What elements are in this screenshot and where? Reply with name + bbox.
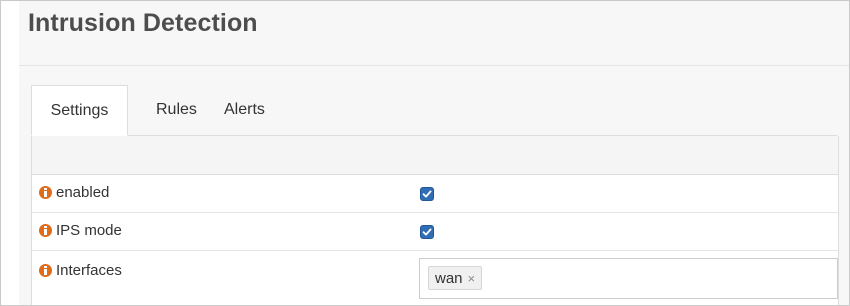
- page-title: Intrusion Detection: [28, 9, 258, 37]
- page-header: Intrusion Detection: [19, 1, 849, 66]
- enabled-label: enabled: [56, 184, 110, 201]
- panel-header: [32, 136, 838, 175]
- interfaces-label: Interfaces: [56, 262, 122, 279]
- interfaces-tag-input[interactable]: wan ×: [419, 258, 838, 299]
- setting-row-ips-mode: IPS mode: [32, 213, 838, 251]
- enabled-checkbox[interactable]: [420, 187, 434, 201]
- info-icon[interactable]: [39, 224, 52, 237]
- setting-label-interfaces: Interfaces: [39, 262, 122, 279]
- setting-row-enabled: enabled: [32, 175, 838, 213]
- checkmark-icon: [422, 228, 432, 236]
- tab-settings[interactable]: Settings: [31, 85, 128, 136]
- tab-rules[interactable]: Rules: [156, 85, 197, 135]
- setting-label-ips-mode: IPS mode: [39, 222, 122, 239]
- left-strip: [1, 1, 19, 305]
- remove-tag-icon[interactable]: ×: [468, 272, 476, 285]
- content-area: Settings Rules Alerts enabled IPS mode I…: [19, 66, 849, 305]
- interface-tag-wan: wan ×: [428, 266, 483, 290]
- info-icon[interactable]: [39, 186, 52, 199]
- tab-alerts[interactable]: Alerts: [224, 85, 265, 135]
- settings-panel: enabled IPS mode Interfaces wan ×: [31, 136, 839, 305]
- ips-mode-checkbox[interactable]: [420, 225, 434, 239]
- tag-label: wan: [435, 269, 463, 287]
- app-frame: Intrusion Detection Settings Rules Alert…: [0, 0, 850, 306]
- ips-mode-label: IPS mode: [56, 222, 122, 239]
- tab-bar: Settings Rules Alerts: [31, 85, 837, 136]
- info-icon[interactable]: [39, 264, 52, 277]
- checkmark-icon: [422, 190, 432, 198]
- setting-label-enabled: enabled: [39, 184, 109, 201]
- setting-row-interfaces: Interfaces wan ×: [32, 251, 838, 305]
